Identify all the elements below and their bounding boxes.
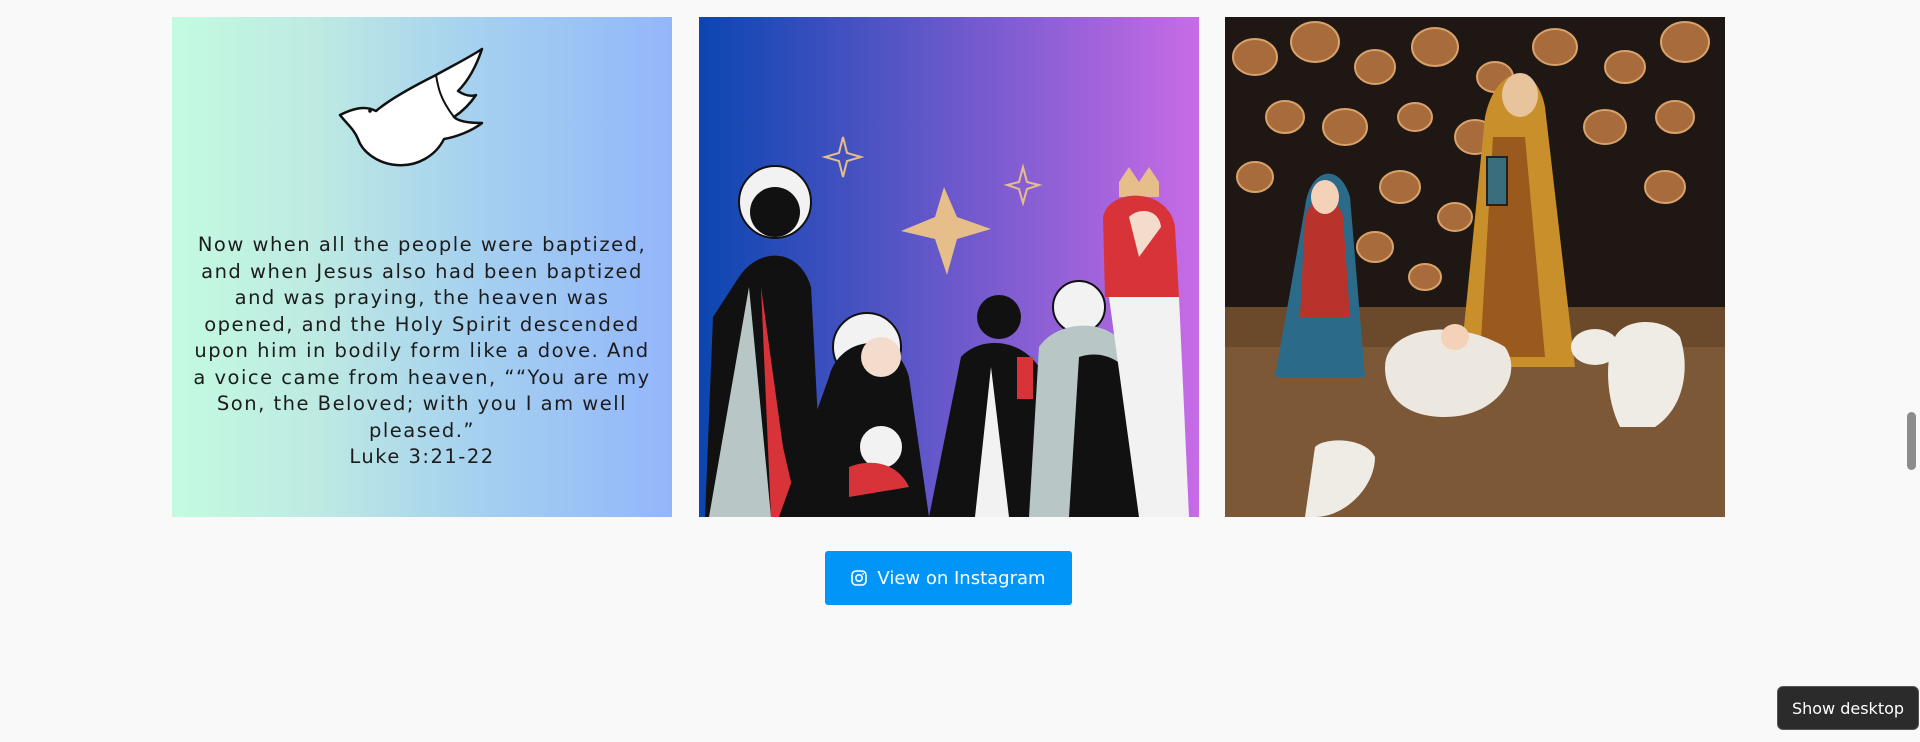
- verse-body: Now when all the people were baptized, a…: [193, 233, 651, 442]
- verse-post-tile[interactable]: Now when all the people were baptized, a…: [172, 17, 672, 517]
- scrollbar-thumb[interactable]: [1907, 412, 1916, 470]
- nativity-photo-tile[interactable]: [1225, 17, 1725, 517]
- dove-icon: [338, 47, 484, 167]
- nativity-illustration-image: [699, 17, 1199, 517]
- view-on-instagram-label: View on Instagram: [877, 567, 1046, 589]
- verse-text-block: Now when all the people were baptized, a…: [186, 232, 658, 471]
- page-scrollbar[interactable]: [1898, 0, 1920, 742]
- show-desktop-tooltip: Show desktop: [1777, 686, 1919, 730]
- nativity-illustration-tile[interactable]: [699, 17, 1199, 517]
- view-on-instagram-button[interactable]: View on Instagram: [825, 551, 1072, 605]
- instagram-icon: [851, 570, 868, 586]
- verse-reference: Luke 3:21-22: [349, 445, 495, 468]
- nativity-photo-image: [1225, 17, 1725, 517]
